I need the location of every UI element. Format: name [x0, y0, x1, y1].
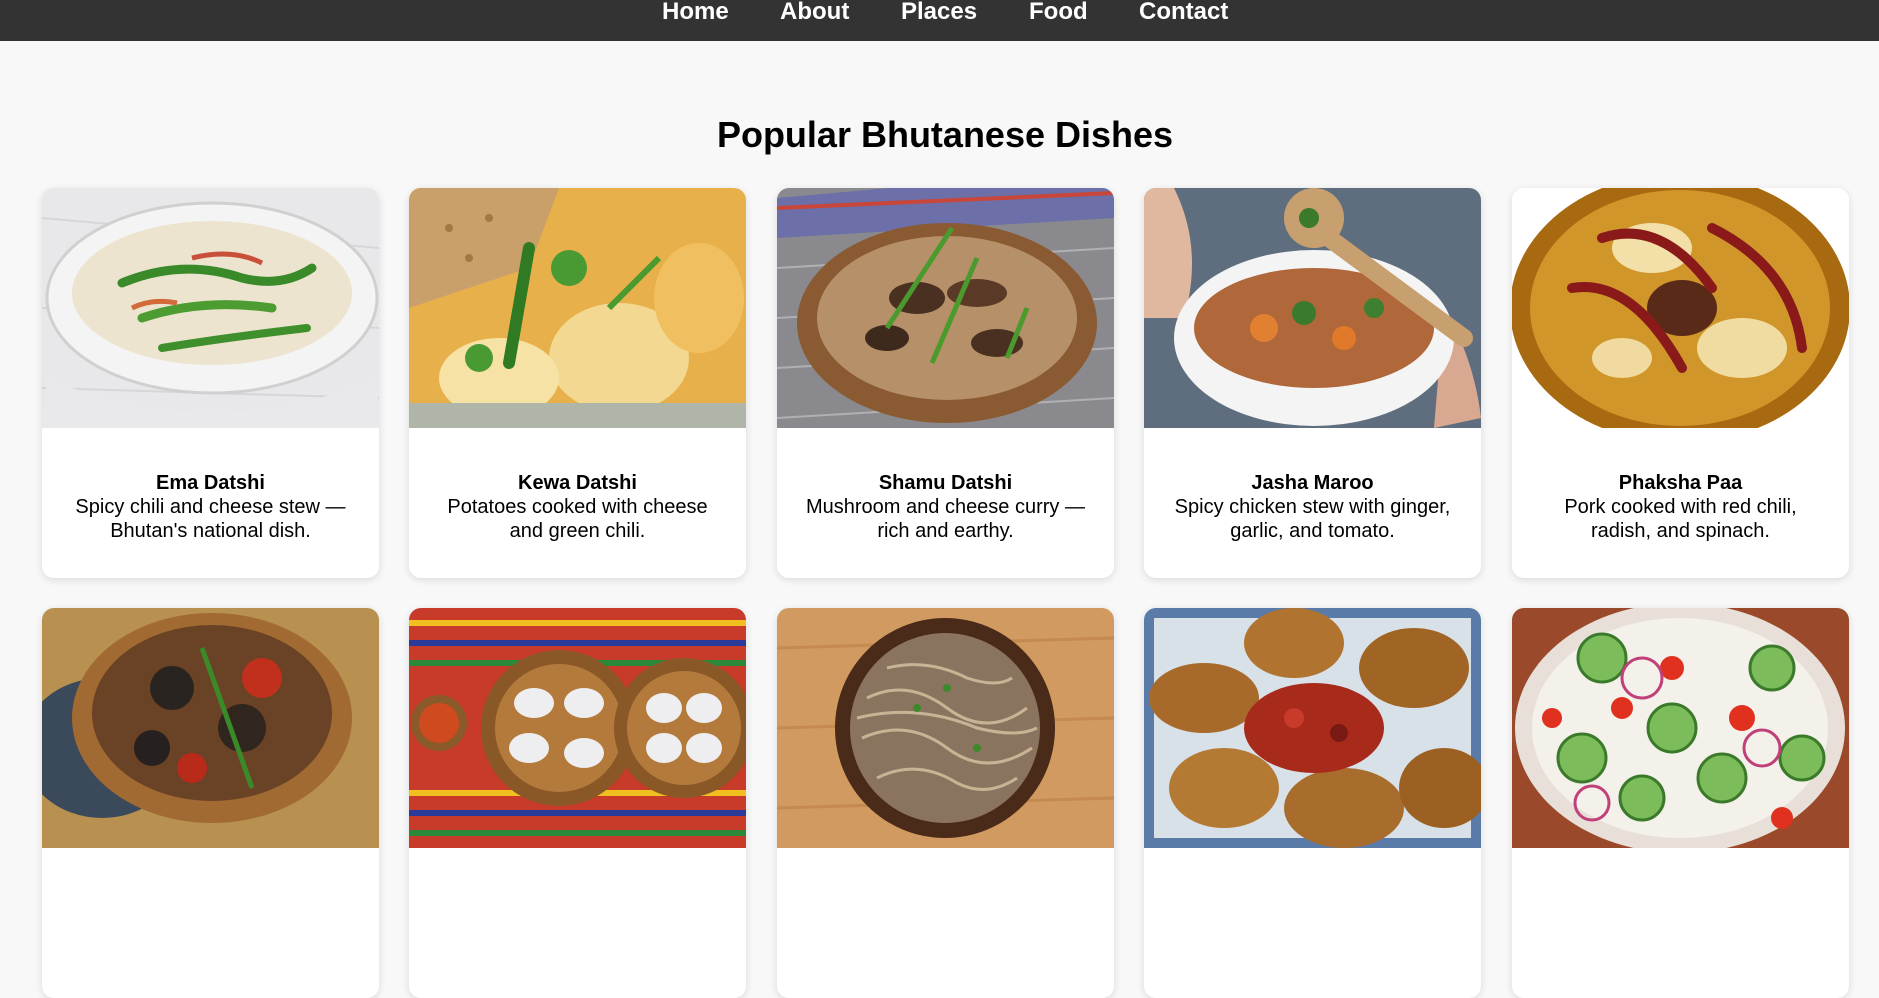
phaksha-paa-photo	[1512, 188, 1849, 428]
dish-card-jasha-maroo[interactable]: Jasha Maroo Spicy chicken stew with ging…	[1144, 188, 1481, 578]
dish-card-kewa-datshi[interactable]: Kewa Datshi Potatoes cooked with cheese …	[409, 188, 746, 578]
nav-home-link[interactable]: Home	[662, 0, 729, 24]
ema-datshi-photo	[42, 188, 379, 428]
dish-description: Pork cooked with red chili, radish, and …	[1564, 496, 1797, 542]
dish-description: Spicy chicken stew with ginger, garlic, …	[1174, 496, 1451, 542]
top-navigation-bar: Home About Places Food Contact	[0, 0, 1879, 41]
dish-description: Mushroom and cheese curry — rich and ear…	[805, 496, 1085, 542]
dish-card-ema-datshi[interactable]: Ema Datshi Spicy chili and cheese stew —…	[42, 188, 379, 578]
dish-card[interactable]	[1512, 608, 1849, 998]
dish-card-shamu-datshi[interactable]: Shamu Datshi Mushroom and cheese curry —…	[777, 188, 1114, 578]
dish-name: Jasha Maroo	[1251, 472, 1374, 494]
dish-card-phaksha-paa[interactable]: Phaksha Paa Pork cooked with red chili, …	[1512, 188, 1849, 578]
dish-name: Kewa Datshi	[518, 472, 637, 494]
dish-card[interactable]	[777, 608, 1114, 998]
momo-dumplings-photo	[409, 608, 746, 848]
shamu-datshi-photo	[777, 188, 1114, 428]
salad-photo	[1512, 608, 1849, 848]
dish-description: Spicy chili and cheese stew — Bhutan's n…	[75, 496, 346, 542]
stir-fried-meat-photo	[42, 608, 379, 848]
fried-dumplings-photo	[1144, 608, 1481, 848]
dish-card[interactable]	[409, 608, 746, 998]
nav-places-link[interactable]: Places	[901, 0, 977, 24]
dish-card[interactable]	[1144, 608, 1481, 998]
noodles-bowl-photo	[777, 608, 1114, 848]
kewa-datshi-photo	[409, 188, 746, 428]
nav-food-link[interactable]: Food	[1029, 0, 1088, 24]
page-title: Popular Bhutanese Dishes	[716, 114, 1174, 155]
jasha-maroo-photo	[1144, 188, 1481, 428]
dish-card[interactable]	[42, 608, 379, 998]
dish-name: Shamu Datshi	[878, 472, 1013, 494]
dish-description: Potatoes cooked with cheese and green ch…	[447, 496, 708, 542]
dish-name: Ema Datshi	[156, 472, 265, 494]
dish-name: Phaksha Paa	[1618, 472, 1743, 494]
nav-contact-link[interactable]: Contact	[1139, 0, 1228, 24]
nav-about-link[interactable]: About	[780, 0, 849, 24]
